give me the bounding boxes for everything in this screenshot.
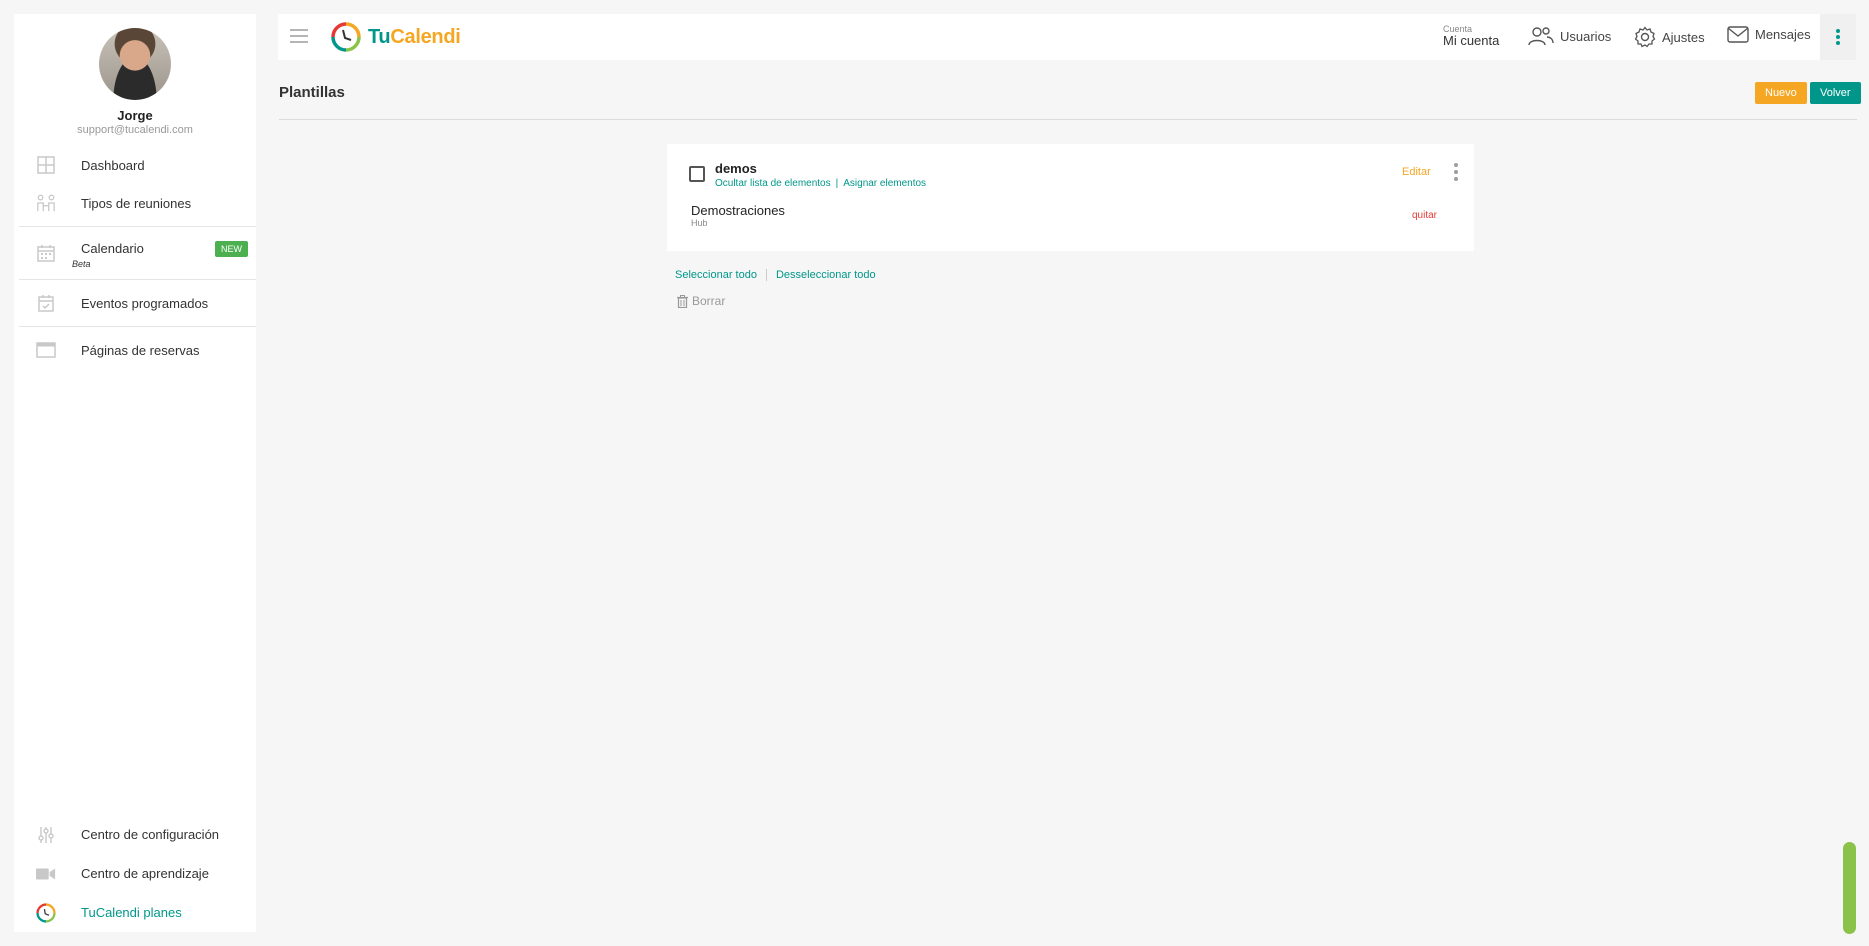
delete-button[interactable]: Borrar <box>677 294 725 308</box>
messages-link[interactable]: Mensajes <box>1727 26 1811 43</box>
sidebar: Jorge support@tucalendi.com Dashboard Ti… <box>14 14 256 932</box>
sidebar-item-scheduled-events[interactable]: Eventos programados <box>14 284 256 322</box>
divider <box>279 119 1857 120</box>
sliders-icon <box>36 825 56 845</box>
envelope-icon <box>1727 26 1749 43</box>
account-label: Mi cuenta <box>1443 33 1500 48</box>
assign-items-link[interactable]: Asignar elementos <box>843 178 926 189</box>
users-link[interactable]: Usuarios <box>1528 26 1611 46</box>
settings-label: Ajustes <box>1662 29 1705 45</box>
trash-icon <box>677 294 688 308</box>
sidebar-item-learning-center[interactable]: Centro de aprendizaje <box>14 854 256 893</box>
divider <box>19 326 256 327</box>
new-button[interactable]: Nuevo <box>1755 82 1807 104</box>
sidebar-nav: Dashboard Tipos de reuniones Calendario … <box>14 146 256 369</box>
beta-label: Beta <box>72 259 91 269</box>
topbar: TuCalendi Cuenta Mi cuenta Usuarios Ajus… <box>278 14 1856 60</box>
sidebar-item-calendar[interactable]: Calendario Beta NEW <box>14 231 256 275</box>
users-icon <box>1528 27 1554 46</box>
remove-item-link[interactable]: quitar <box>1412 210 1437 221</box>
scroll-indicator[interactable] <box>1843 842 1856 934</box>
sidebar-item-meeting-types[interactable]: Tipos de reuniones <box>14 184 256 222</box>
settings-link[interactable]: Ajustes <box>1634 26 1705 48</box>
tucalendi-logo-icon <box>36 902 56 923</box>
app-logo[interactable]: TuCalendi <box>330 21 461 53</box>
sidebar-item-config-center[interactable]: Centro de configuración <box>14 815 256 854</box>
sidebar-item-dashboard[interactable]: Dashboard <box>14 146 256 184</box>
sidebar-item-label: Centro de configuración <box>81 827 220 842</box>
template-item-name: Demostraciones <box>691 203 785 218</box>
delete-label: Borrar <box>692 294 726 308</box>
avatar[interactable] <box>99 28 171 100</box>
users-label: Usuarios <box>1560 28 1612 44</box>
kebab-menu-icon <box>1836 29 1840 45</box>
calendar-icon <box>36 243 56 263</box>
template-actions: Ocultar lista de elementos | Asignar ele… <box>715 178 926 189</box>
sidebar-item-plans[interactable]: TuCalendi planes <box>14 893 256 932</box>
profile-name: Jorge <box>117 108 153 123</box>
sidebar-item-label: Eventos programados <box>81 295 209 311</box>
kebab-menu-icon[interactable] <box>1453 163 1459 181</box>
gear-icon <box>1634 26 1656 48</box>
hide-list-link[interactable]: Ocultar lista de elementos <box>715 178 831 189</box>
template-checkbox[interactable] <box>689 166 705 182</box>
sidebar-item-booking-pages[interactable]: Páginas de reservas <box>14 331 256 369</box>
divider <box>19 226 256 227</box>
logo-text: TuCalendi <box>368 26 461 49</box>
link-separator: | <box>835 178 839 189</box>
logo-text-tu: Tu <box>368 25 391 48</box>
dashboard-icon <box>36 155 56 175</box>
template-name: demos <box>715 161 757 176</box>
logo-text-calend: Calend <box>390 25 456 48</box>
selection-actions: Seleccionar todo Desseleccionar todo <box>675 269 876 281</box>
sidebar-item-label: Calendario <box>81 240 144 256</box>
template-card: demos Ocultar lista de elementos | Asign… <box>667 144 1474 251</box>
messages-label: Mensajes <box>1755 27 1811 42</box>
account-menu[interactable]: Cuenta Mi cuenta <box>1443 24 1499 48</box>
people-meeting-icon <box>36 193 56 213</box>
divider <box>765 269 767 281</box>
hamburger-menu-icon[interactable] <box>290 29 308 43</box>
deselect-all-link[interactable]: Desseleccionar todo <box>776 269 876 281</box>
more-menu-button[interactable] <box>1820 14 1856 60</box>
browser-window-icon <box>36 340 56 360</box>
sidebar-item-label: Dashboard <box>81 157 145 173</box>
sidebar-item-label: Tipos de reuniones <box>81 195 192 211</box>
sidebar-item-label: Centro de aprendizaje <box>81 866 209 881</box>
back-button[interactable]: Volver <box>1810 82 1861 104</box>
select-all-link[interactable]: Seleccionar todo <box>675 269 757 281</box>
divider <box>19 279 256 280</box>
sidebar-bottom-nav: Centro de configuración Centro de aprend… <box>14 815 256 932</box>
sidebar-item-label: Páginas de reservas <box>81 342 200 358</box>
tucalendi-logo-icon <box>331 22 361 52</box>
logo-text-i: i <box>455 25 461 48</box>
profile-email: support@tucalendi.com <box>77 124 193 136</box>
profile: Jorge support@tucalendi.com <box>14 14 256 136</box>
template-item-sub: Hub <box>691 218 708 228</box>
video-camera-icon <box>36 864 56 884</box>
page-title: Plantillas <box>279 84 345 101</box>
sidebar-item-label: TuCalendi planes <box>81 905 182 920</box>
calendar-check-icon <box>36 293 56 313</box>
edit-link[interactable]: Editar <box>1402 166 1431 178</box>
new-badge: NEW <box>215 241 248 257</box>
